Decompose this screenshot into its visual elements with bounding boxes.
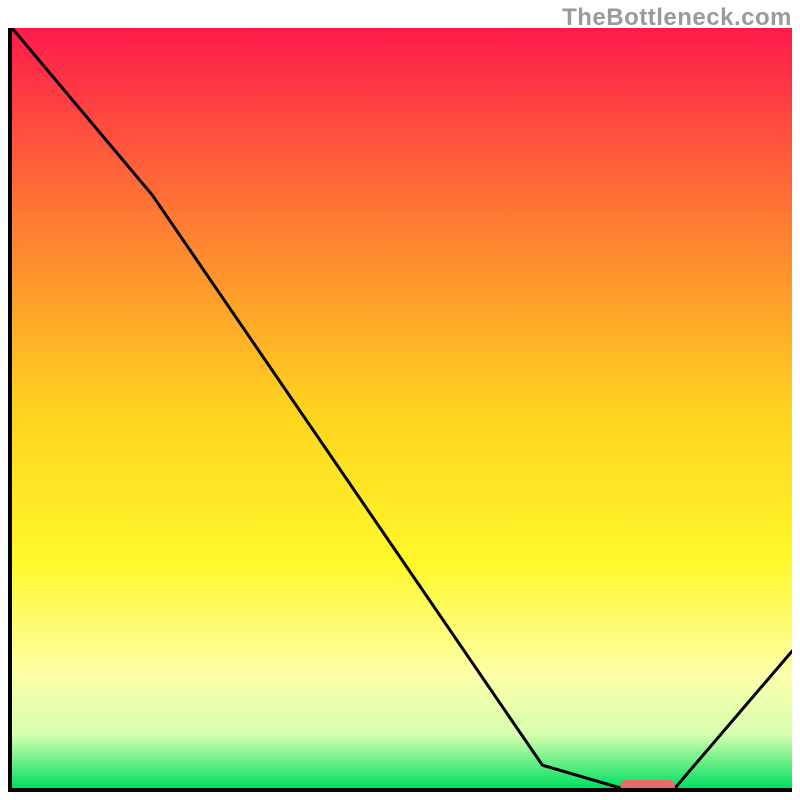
gradient-background xyxy=(12,28,792,788)
plot-area xyxy=(8,28,792,792)
chart-svg xyxy=(12,28,792,788)
chart-container: TheBottleneck.com xyxy=(0,0,800,800)
optimal-marker xyxy=(620,780,675,788)
